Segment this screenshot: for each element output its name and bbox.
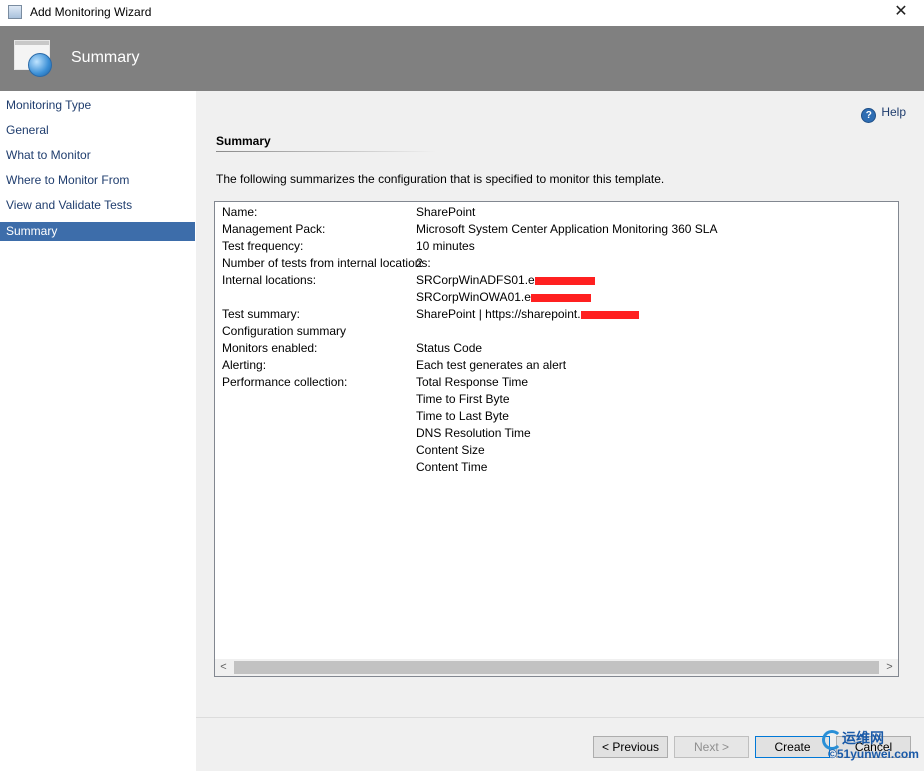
summary-key: Performance collection: xyxy=(222,375,348,389)
summary-key: Internal locations: xyxy=(222,273,317,287)
help-icon: ? xyxy=(861,108,877,123)
globe-icon xyxy=(28,53,52,77)
summary-value: Total Response Time xyxy=(416,375,529,389)
wizard-window-icon xyxy=(8,5,22,19)
title-bar: Add Monitoring Wizard ✕ xyxy=(0,0,924,26)
summary-key: Monitors enabled: xyxy=(222,341,318,355)
summary-value-with-redaction: SRCorpWinOWA01.e xyxy=(416,289,591,306)
banner-heading: Summary xyxy=(71,49,140,66)
site-watermark: 运维网 ©51yunwei.com xyxy=(822,728,922,768)
summary-key: Number of tests from internal locations: xyxy=(222,256,431,270)
wizard-banner: Summary xyxy=(0,26,924,91)
summary-value: Microsoft System Center Application Moni… xyxy=(416,222,718,236)
wizard-content: ? Help Summary The following summarizes t… xyxy=(196,91,924,717)
next-button[interactable]: Next > xyxy=(674,736,749,758)
nav-item-what-to-monitor[interactable]: What to Monitor xyxy=(0,146,195,165)
summary-key: Name: xyxy=(222,205,258,219)
redaction-mark xyxy=(580,310,639,319)
previous-button[interactable]: < Previous xyxy=(593,736,668,758)
summary-panel[interactable]: Name: SharePoint Management Pack: Microsof… xyxy=(214,201,899,677)
wizard-footer: < Previous Next > Create Cancel xyxy=(196,717,924,771)
summary-key: Management Pack: xyxy=(222,222,326,236)
redaction-mark xyxy=(534,276,595,285)
help-link[interactable]: ? Help xyxy=(861,105,906,123)
watermark-line2: ©51yunwei.com xyxy=(828,747,919,761)
nav-item-where-to-monitor-from[interactable]: Where to Monitor From xyxy=(0,171,195,190)
help-label: Help xyxy=(881,105,906,119)
horizontal-scrollbar[interactable]: < > xyxy=(215,659,898,676)
create-button[interactable]: Create xyxy=(755,736,830,758)
nav-item-general[interactable]: General xyxy=(0,121,195,140)
wizard-steps-nav: Monitoring Type General What to Monitor … xyxy=(0,91,196,771)
scrollbar-thumb[interactable] xyxy=(234,661,879,674)
summary-key: Test frequency: xyxy=(222,239,304,253)
summary-key: Alerting: xyxy=(222,358,267,372)
nav-item-monitoring-type[interactable]: Monitoring Type xyxy=(0,96,195,115)
watermark-line1: 运维网 xyxy=(842,730,884,746)
scroll-left-icon[interactable]: < xyxy=(215,659,232,676)
scroll-right-icon[interactable]: > xyxy=(881,659,898,676)
summary-value-with-redaction: SharePoint | https://sharepoint. xyxy=(416,306,639,323)
summary-value: Content Time xyxy=(416,460,488,474)
close-icon[interactable]: ✕ xyxy=(878,0,924,26)
summary-value: 10 minutes xyxy=(416,239,475,253)
summary-value: DNS Resolution Time xyxy=(416,426,531,440)
summary-value: Content Size xyxy=(416,443,485,457)
window-title: Add Monitoring Wizard xyxy=(30,5,152,19)
intro-text: The following summarizes the configurati… xyxy=(216,172,665,186)
summary-value: Time to Last Byte xyxy=(416,409,509,423)
redaction-mark xyxy=(530,293,591,302)
section-divider xyxy=(216,151,436,152)
summary-key: Configuration summary xyxy=(222,324,347,338)
summary-value: Status Code xyxy=(416,341,483,355)
section-title: Summary xyxy=(216,134,271,148)
nav-item-view-and-validate-tests[interactable]: View and Validate Tests xyxy=(0,196,195,215)
nav-item-summary[interactable]: Summary xyxy=(0,222,195,241)
summary-value: 2 xyxy=(416,256,423,270)
summary-value: Time to First Byte xyxy=(416,392,510,406)
summary-key: Test summary: xyxy=(222,307,301,321)
summary-value: Each test generates an alert xyxy=(416,358,567,372)
summary-value-with-redaction: SRCorpWinADFS01.e xyxy=(416,272,595,289)
summary-value: SharePoint xyxy=(416,205,476,219)
